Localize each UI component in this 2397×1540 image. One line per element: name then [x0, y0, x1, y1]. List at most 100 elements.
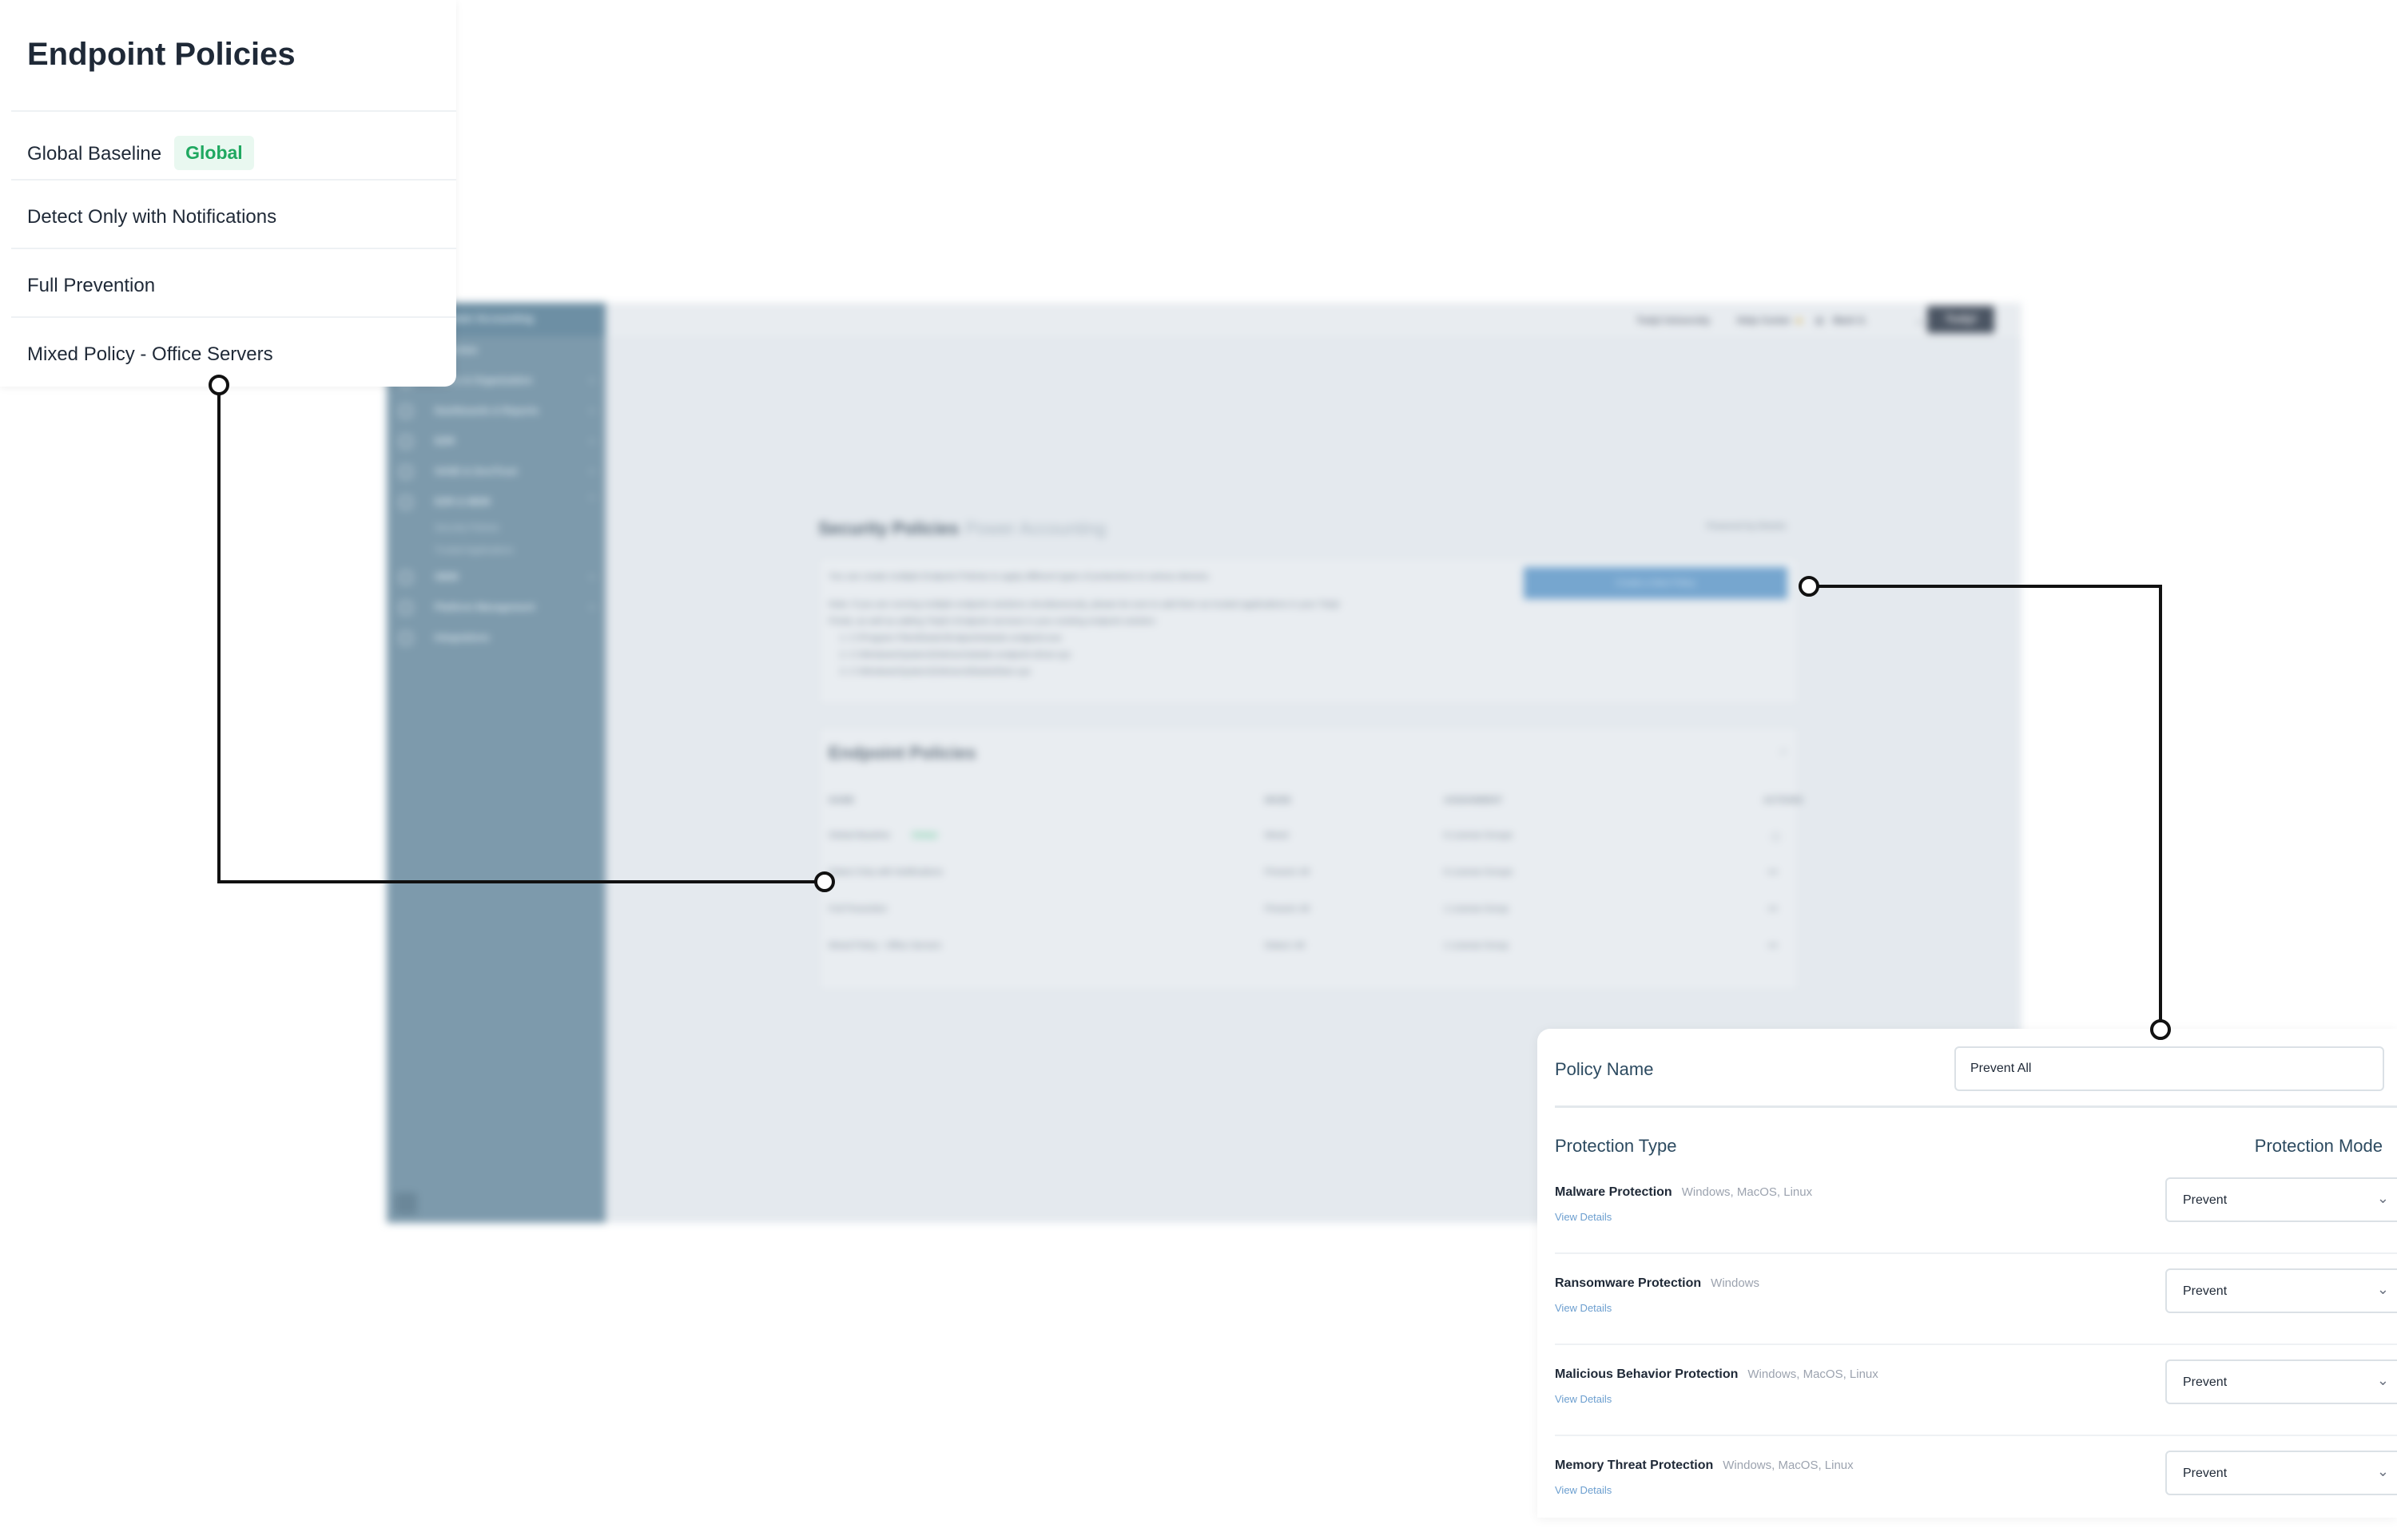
row-separator [1555, 1344, 2397, 1345]
policy-name-input[interactable] [1954, 1046, 2384, 1091]
view-details-link[interactable]: View Details [1555, 1393, 1612, 1405]
info-text: You can create multiple Endpoint Policie… [829, 569, 1484, 681]
protection-mode-select[interactable]: Prevent ⌄ [2165, 1451, 2397, 1495]
bg-sidebar-subitem-security-policies[interactable]: Security Policies [387, 518, 606, 541]
policy-list-item-full-prevention[interactable]: Full Prevention [11, 248, 456, 318]
table-row[interactable]: Mixed Policy - Office Servers Detect: Al… [829, 930, 1789, 965]
path-item: 2. C:\Windows\System32\drivers\elastic-e… [840, 650, 1071, 660]
policy-name-label: Policy Name [1555, 1059, 1654, 1079]
page-title: Security Policies Power Accounting [818, 518, 1106, 539]
bg-sidebar-item-dashboards[interactable]: Dashboards & Reports ⌄ [387, 397, 606, 427]
row-assignment: 6 License Groups [1444, 867, 1513, 877]
protection-mode-select[interactable]: Prevent ⌄ [2165, 1177, 2397, 1222]
policy-list-item-label: Mixed Policy - Office Servers [27, 343, 273, 365]
table-row[interactable]: Global Baseline Global Mixed 6 License G… [829, 820, 1789, 855]
user-name[interactable]: Mark S. [1833, 315, 1867, 326]
global-badge: Global [174, 136, 254, 170]
document-icon [400, 571, 412, 584]
bg-sidebar-item-edr[interactable]: EDR ⌄ [387, 427, 606, 458]
policy-list-callout: Endpoint Policies Global Baseline Global … [0, 0, 456, 387]
row-name: Mixed Policy - Office Servers [829, 941, 942, 951]
protection-row-malware: Malware Protection Windows, MacOS, Linux … [1555, 1177, 2397, 1267]
chevron-down-icon: ⌄ [2376, 1190, 2389, 1206]
chevron-down-icon[interactable]: ⌄ [1916, 315, 1924, 326]
page-title-text: Security Policies [818, 518, 960, 538]
bg-sidebar-label: Dashboards & Reports [435, 405, 539, 416]
bg-sidebar-item-sase[interactable]: SASE & ZeroTrust ⌄ [387, 458, 606, 488]
protection-mode-select[interactable]: Prevent ⌄ [2165, 1359, 2397, 1404]
policy-list-item-global-baseline[interactable]: Global Baseline Global [11, 110, 456, 181]
row-separator [1555, 1435, 2397, 1436]
info-card: You can create multiple Endpoint Policie… [818, 557, 1799, 705]
gear-icon [400, 601, 412, 614]
protection-mode-select[interactable]: Prevent ⌄ [2165, 1268, 2397, 1313]
todyl-logo: Todyl [1927, 306, 1994, 333]
info-line: You can create multiple Endpoint Policie… [829, 572, 1211, 581]
page-subtitle: Power Accounting [965, 518, 1107, 538]
protection-title: Malware Protection [1555, 1185, 1672, 1199]
bg-sidebar-subitem-trusted-apps[interactable]: Trusted Applications [387, 541, 606, 563]
bg-sidebar-label: SASE & ZeroTrust [435, 466, 518, 477]
column-header[interactable]: NAME [829, 796, 854, 805]
policy-list-item-row: Global Baseline Global [27, 136, 254, 172]
bg-sidebar-label: SIEM [435, 571, 459, 582]
row-separator [1555, 1252, 2397, 1254]
user-avatar-icon[interactable]: ◎ [1815, 315, 1823, 326]
view-details-link[interactable]: View Details [1555, 1484, 1612, 1496]
policy-list-title: Endpoint Policies [27, 37, 296, 72]
university-link[interactable]: Todyl University [1636, 315, 1710, 326]
sidebar-collapse-button[interactable] [395, 1193, 417, 1215]
bg-sidebar-item-edr-mdm[interactable]: EDR & MDM ⌃ [387, 488, 606, 518]
chevron-down-icon: ⌄ [587, 600, 596, 611]
protection-row-heading: Ransomware Protection Windows [1555, 1276, 1759, 1291]
column-header: ASSIGNMENT [1444, 796, 1503, 805]
more-actions-icon[interactable]: ••• [1768, 904, 1778, 914]
more-actions-icon[interactable]: ••• [1768, 867, 1778, 877]
note-line: Portal, as well as adding Todyl's Endpoi… [829, 617, 1157, 626]
protection-os: Windows, MacOS, Linux [1747, 1367, 1878, 1381]
column-header: MODE [1265, 796, 1291, 805]
chevron-down-icon: ⌄ [587, 464, 596, 475]
policy-list-item-detect-only[interactable]: Detect Only with Notifications [11, 179, 456, 249]
table-title: Endpoint Policies [829, 743, 976, 763]
create-policy-button[interactable]: Create a New Policy [1524, 567, 1787, 599]
path-item: 3. C:\Windows\System32\drivers\ElasticEl… [840, 667, 1032, 677]
help-center-link[interactable]: Help Center [1737, 315, 1791, 326]
policy-list-item-label: Global Baseline [27, 142, 162, 165]
bg-sidebar-label: Integrations [435, 632, 490, 643]
table-row[interactable]: Full Prevention Prevent: All 1 License G… [829, 893, 1789, 928]
policy-list-item-label: Detect Only with Notifications [27, 206, 277, 228]
row-name: Full Prevention [829, 904, 888, 914]
notification-icon[interactable]: ● [1796, 315, 1802, 326]
cloud-icon [400, 466, 412, 478]
bg-topbar: Todyl University Help Center ● ◎ Mark S.… [606, 303, 2021, 340]
protection-os: Windows [1711, 1276, 1760, 1290]
protection-mode-header: Protection Mode [2254, 1136, 2383, 1156]
policy-list-item-mixed-policy[interactable]: Mixed Policy - Office Servers [11, 316, 456, 388]
note-line: Note: If you are running multiple endpoi… [829, 600, 1340, 609]
protection-row-malicious-behavior: Malicious Behavior Protection Windows, Ma… [1555, 1359, 2397, 1449]
bg-sidebar-item-siem[interactable]: SIEM ⌄ [387, 563, 606, 593]
row-mode: Prevent: All [1265, 867, 1310, 877]
policy-form-callout: Policy Name Protection Type Protection M… [1537, 1029, 2397, 1518]
bg-sidebar-label: EDR [435, 435, 455, 447]
more-actions-icon[interactable]: ••• [1768, 941, 1778, 951]
view-details-link[interactable]: View Details [1555, 1211, 1612, 1223]
row-name: Detect Only with Notifications [829, 867, 944, 877]
protection-row-ransomware: Ransomware Protection Windows View Detail… [1555, 1268, 2397, 1358]
row-name: Global Baseline [829, 831, 891, 840]
bg-sidebar-item-integrations[interactable]: Integrations [387, 624, 606, 654]
protection-mode-value: Prevent [2183, 1467, 2228, 1480]
shield-icon [400, 435, 412, 448]
divider [1555, 1105, 2397, 1108]
bg-sidebar-item-platform[interactable]: Platform Management ⌄ [387, 593, 606, 624]
chevron-down-icon: ⌄ [2376, 1463, 2389, 1479]
protection-row-heading: Malware Protection Windows, MacOS, Linux [1555, 1185, 1812, 1200]
view-details-link[interactable]: View Details [1555, 1302, 1612, 1314]
global-badge: Global [912, 831, 937, 840]
chevron-down-icon: ⌄ [587, 403, 596, 415]
info-icon[interactable]: ⓘ [1771, 831, 1780, 843]
table-row[interactable]: Detect Only with Notifications Prevent: … [829, 856, 1789, 891]
search-icon[interactable]: ⌕ [1780, 744, 1787, 759]
chevron-down-icon: ⌄ [587, 373, 596, 384]
